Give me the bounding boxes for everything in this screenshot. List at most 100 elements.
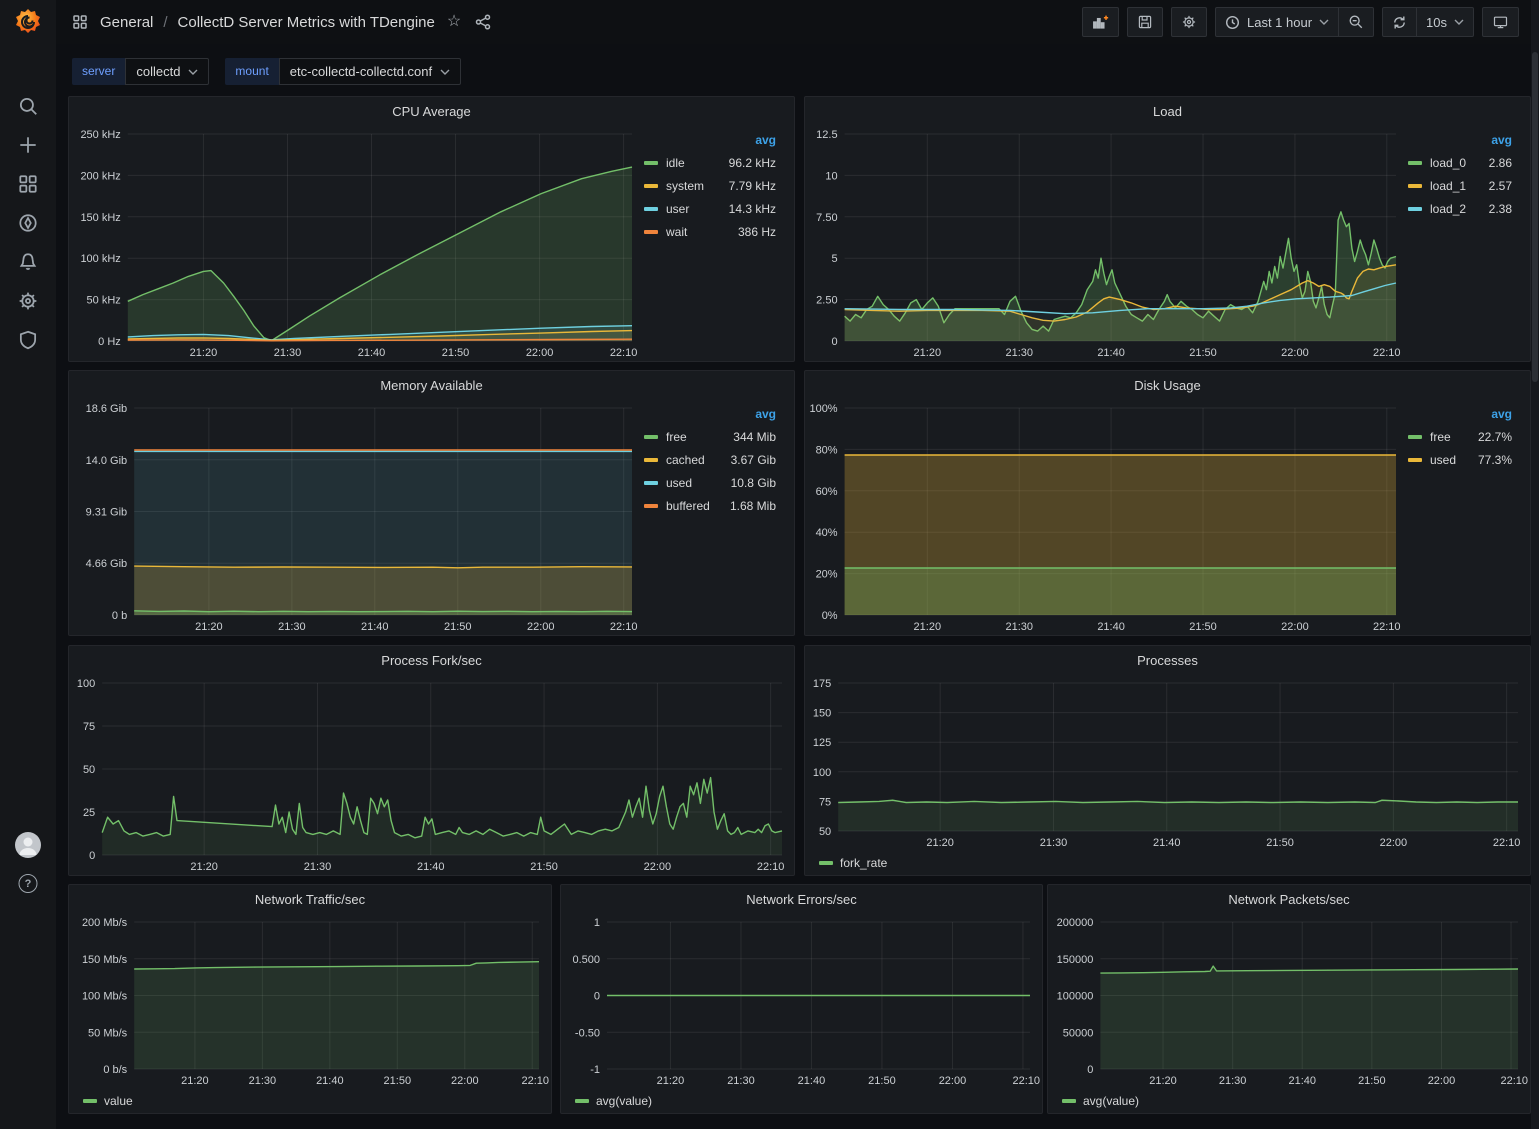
legend-item[interactable]: wait386 Hz [644,220,776,243]
refresh-interval-picker[interactable]: 10s [1417,7,1474,37]
legend-item[interactable]: load_02.86 [1408,151,1512,174]
svg-text:100%: 100% [809,403,837,415]
svg-text:50: 50 [819,826,831,838]
series-color-dash [1408,161,1422,165]
scrollbar-thumb[interactable] [1532,52,1538,382]
grafana-logo-icon[interactable] [13,7,43,37]
help-icon[interactable]: ? [19,874,38,893]
svg-text:21:40: 21:40 [1288,1075,1316,1087]
panel-title[interactable]: Network Traffic/sec [69,885,551,913]
chart-network-errors[interactable]: -1-0.5000.500121:2021:3021:4021:5022:002… [561,913,1042,1089]
create-plus-icon[interactable] [17,134,39,156]
svg-text:0: 0 [831,336,837,348]
svg-text:21:50: 21:50 [384,1075,412,1087]
svg-text:150 kHz: 150 kHz [80,212,120,224]
chart-processes[interactable]: 507510012515017521:2021:3021:4021:5022:0… [805,674,1530,851]
chart-load[interactable]: 02.5057.501012.521:2021:3021:4021:5022:0… [805,125,1408,361]
svg-text:22:00: 22:00 [1281,347,1309,359]
variable-mount-select[interactable]: etc-collectd-collectd.conf [279,58,461,85]
refresh-button[interactable] [1382,7,1417,37]
svg-text:0.500: 0.500 [572,954,600,966]
chart-cpu-average[interactable]: 0 Hz50 kHz100 kHz150 kHz200 kHz250 kHz21… [69,125,644,361]
breadcrumb-section[interactable]: General [100,14,153,31]
legend-item[interactable]: free344 Mib [644,425,776,448]
svg-text:100: 100 [813,767,831,779]
add-panel-button[interactable] [1082,7,1119,37]
panel-title[interactable]: Network Errors/sec [561,885,1042,913]
legend: avgfree344 Mib cached 3.67 Gib used10.8 Gib… [644,399,794,635]
legend-series-name[interactable]: avg(value) [596,1094,652,1108]
chart-memory-available[interactable]: 0 b4.66 Gib9.31 Gib14.0 Gib18.6 Gib21:20… [69,399,644,635]
chart-process-fork[interactable]: 025507510021:2021:3021:4021:5022:0022:10 [69,674,794,875]
svg-text:21:50: 21:50 [1266,837,1294,849]
legend-avg-header[interactable]: avg [644,403,776,425]
panel-title[interactable]: Load [805,97,1530,125]
legend-item[interactable]: free22.7% [1408,425,1512,448]
legend-avg-header[interactable]: avg [1408,403,1512,425]
legend-avg-header[interactable]: avg [1408,129,1512,151]
chart-network-traffic[interactable]: 0 b/s50 Mb/s100 Mb/s150 Mb/s200 Mb/s21:2… [69,913,551,1089]
legend-series-value: 3.67 Gib [731,453,776,467]
svg-text:12.5: 12.5 [816,129,837,141]
svg-text:21:30: 21:30 [1005,621,1033,633]
svg-text:21:50: 21:50 [1358,1075,1386,1087]
dashboard-settings-button[interactable] [1171,7,1207,37]
zoom-out-time-button[interactable] [1339,7,1374,37]
panel-title[interactable]: Process Fork/sec [69,646,794,674]
panel-load: Load 02.5057.501012.521:2021:3021:4021:5… [804,96,1531,362]
dashboards-grid-icon[interactable] [17,173,39,195]
legend-item[interactable]: buffered1.68 Mib [644,494,776,517]
legend-series-name[interactable]: value [104,1094,133,1108]
legend-item[interactable]: load_22.38 [1408,197,1512,220]
legend-item[interactable]: user14.3 kHz [644,197,776,220]
variable-server: server collectd [72,58,209,85]
svg-text:21:20: 21:20 [190,861,218,873]
favorite-star-icon[interactable]: ☆ [445,12,463,32]
svg-text:21:30: 21:30 [278,621,306,633]
cycle-view-mode-button[interactable] [1482,7,1519,37]
legend-item[interactable]: used77.3% [1408,448,1512,471]
legend-series-name: system [666,179,704,193]
page-scrollbar [1531,0,1539,1129]
svg-text:21:20: 21:20 [195,621,223,633]
panel-title[interactable]: Processes [805,646,1530,674]
svg-text:0: 0 [594,991,600,1003]
svg-text:21:40: 21:40 [1153,837,1181,849]
svg-text:21:20: 21:20 [914,347,942,359]
time-picker-group: Last 1 hour [1215,7,1374,37]
legend-series-name: cached [666,453,705,467]
panel-title[interactable]: Disk Usage [805,371,1530,399]
time-range-picker[interactable]: Last 1 hour [1215,7,1339,37]
legend-item[interactable]: load_12.57 [1408,174,1512,197]
search-icon[interactable] [17,95,39,117]
series-color-dash [644,161,658,165]
legend-series-name: wait [666,225,687,239]
alerting-bell-icon[interactable] [17,251,39,273]
panel-cpu-average: CPU Average 0 Hz50 kHz100 kHz150 kHz200 … [68,96,795,362]
svg-text:0%: 0% [822,610,838,622]
explore-compass-icon[interactable] [17,212,39,234]
legend-series-name[interactable]: fork_rate [840,856,887,870]
legend-series-value: 22.7% [1478,430,1512,444]
share-icon[interactable] [473,12,493,32]
panel-title[interactable]: CPU Average [69,97,794,125]
legend-item[interactable]: idle96.2 kHz [644,151,776,174]
legend-avg-header[interactable]: avg [644,129,776,151]
chart-network-packets[interactable]: 05000010000015000020000021:2021:3021:402… [1048,913,1530,1089]
chart-disk-usage[interactable]: 0%20%40%60%80%100%21:2021:3021:4021:5022… [805,399,1408,635]
legend-series-name[interactable]: avg(value) [1083,1094,1139,1108]
user-avatar[interactable] [14,831,42,859]
panel-title[interactable]: Network Packets/sec [1048,885,1530,913]
svg-text:18.6 Gib: 18.6 Gib [86,403,128,415]
admin-shield-icon[interactable] [17,329,39,351]
configuration-gear-icon[interactable] [17,290,39,312]
variable-server-select[interactable]: collectd [125,58,209,85]
panel-title[interactable]: Memory Available [69,371,794,399]
legend-item[interactable]: system7.79 kHz [644,174,776,197]
legend-series-value: 77.3% [1478,453,1512,467]
svg-text:21:20: 21:20 [657,1075,685,1087]
legend-item[interactable]: cached 3.67 Gib [644,448,776,471]
legend-item[interactable]: used10.8 Gib [644,471,776,494]
svg-text:200000: 200000 [1057,917,1094,929]
save-dashboard-button[interactable] [1127,7,1163,37]
